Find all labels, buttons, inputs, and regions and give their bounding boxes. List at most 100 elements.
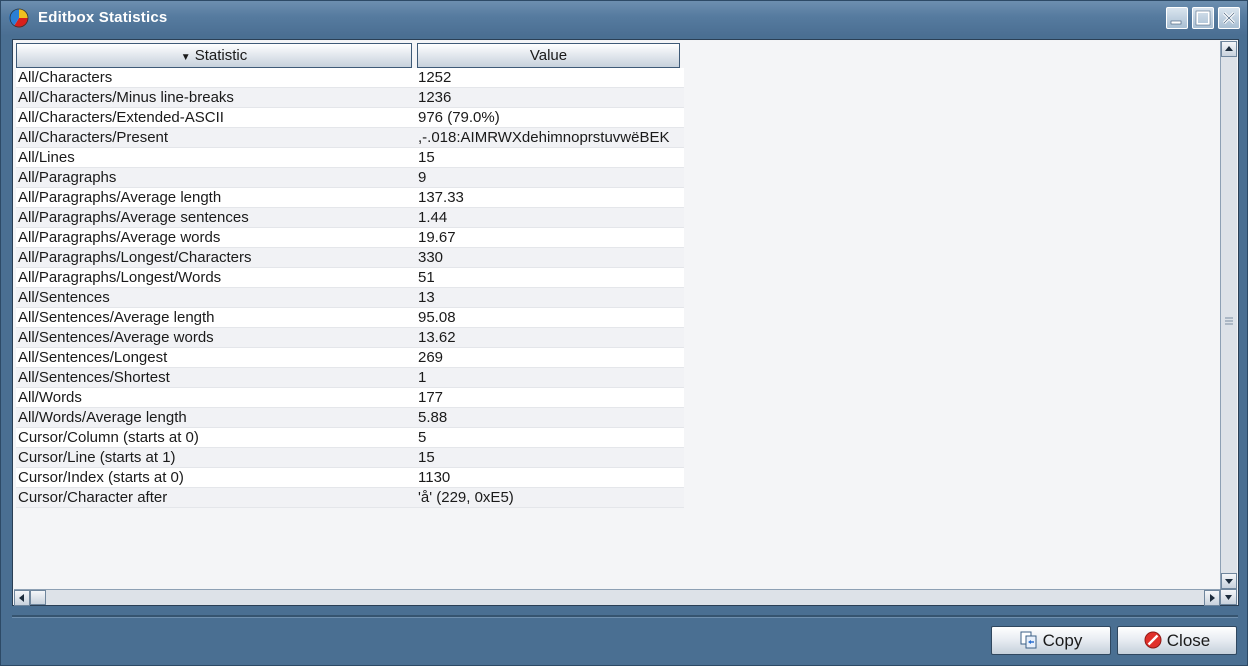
value-cell: 13.62 [418,329,456,346]
arrow-right-icon [1210,594,1215,602]
table-row[interactable]: All/Paragraphs/Average sentences 1.44 [16,208,684,228]
statistic-cell: All/Characters/Extended-ASCII [18,109,224,126]
value-cell: 5 [418,429,427,446]
table-row[interactable]: All/Lines 15 [16,148,684,168]
grid-header: ▼ Statistic Value [16,43,684,68]
statistic-cell: Cursor/Index (starts at 0) [18,469,184,486]
table-row[interactable]: All/Sentences 13 [16,288,684,308]
close-window-button[interactable] [1218,7,1240,29]
table-row[interactable]: All/Characters 1252 [16,68,684,88]
statistic-cell: All/Paragraphs/Longest/Characters [18,249,252,266]
table-row[interactable]: All/Paragraphs/Longest/Words 51 [16,268,684,288]
grid-rows: All/Characters 1252 All/Characters/Minus l… [16,68,684,508]
value-cell: 1130 [418,469,451,486]
column-header-label: Statistic [194,47,248,64]
pie-chart-icon [9,8,29,28]
scroll-right-button[interactable] [1204,590,1220,606]
scroll-up-button[interactable] [1221,41,1237,57]
statistic-cell: Cursor/Column (starts at 0) [18,429,199,446]
column-header-statistic[interactable]: ▼ Statistic [16,43,412,68]
table-row[interactable]: All/Paragraphs/Average words 19.67 [16,228,684,248]
sort-descending-icon: ▼ [180,52,191,63]
value-cell: 269 [418,349,444,366]
table-row[interactable]: All/Paragraphs/Longest/Characters 330 [16,248,684,268]
horizontal-scrollbar[interactable] [14,589,1220,606]
value-cell: 9 [418,169,427,186]
table-row[interactable]: Cursor/Column (starts at 0) 5 [16,428,684,448]
statistic-cell: All/Sentences/Average words [18,329,214,346]
statistic-cell: All/Words/Average length [18,409,187,426]
table-row[interactable]: All/Characters/Minus line-breaks 1236 [16,88,684,108]
statistic-cell: All/Sentences/Shortest [18,369,170,386]
minimize-icon [1170,20,1182,25]
value-cell: 15 [418,149,435,166]
stop-icon [1144,631,1162,649]
close-button[interactable]: Close [1117,626,1237,655]
statistic-cell: All/Paragraphs [18,169,117,186]
title-bar[interactable]: Editbox Statistics [1,1,1247,35]
table-row[interactable]: All/Words 177 [16,388,684,408]
statistic-cell: All/Characters [18,69,113,86]
scroll-grip-icon [1225,317,1233,325]
statistic-cell: All/Lines [18,149,75,166]
column-header-value[interactable]: Value [417,43,680,68]
statistic-cell: All/Sentences [18,289,110,306]
table-row[interactable]: Cursor/Character after 'å' (229, 0xE5) [16,488,684,508]
copy-icon [1020,631,1037,649]
table-row[interactable]: Cursor/Index (starts at 0) 1130 [16,468,684,488]
table-row[interactable]: All/Sentences/Average words 13.62 [16,328,684,348]
statistic-cell: All/Paragraphs/Average sentences [18,209,249,226]
value-cell: 'å' (229, 0xE5) [418,489,514,506]
arrow-down-icon [1225,595,1232,600]
statistic-cell: All/Paragraphs/Average words [18,229,221,246]
statistic-cell: All/Characters/Present [18,129,169,146]
statistic-cell: All/Words [18,389,82,406]
minimize-button[interactable] [1166,7,1188,29]
value-cell: 5.88 [418,409,448,426]
value-cell: 330 [418,249,444,266]
value-cell: 19.67 [418,229,456,246]
column-header-label: Value [529,47,568,64]
value-cell: 976 (79.0%) [418,109,500,126]
vertical-scrollbar[interactable] [1220,41,1237,589]
scroll-left-button[interactable] [14,590,30,606]
close-icon [1222,11,1236,25]
value-cell: 177 [418,389,444,406]
arrow-left-icon [19,594,24,602]
statistics-panel: ▼ Statistic Value All/Characters 1252 All/C… [12,39,1239,606]
value-cell: 1 [418,369,427,386]
maximize-button[interactable] [1192,7,1214,29]
statistic-cell: All/Paragraphs/Average length [18,189,222,206]
statistics-grid[interactable]: ▼ Statistic Value All/Characters 1252 All/C… [14,41,1220,589]
copy-button-label: Copy [1042,631,1083,650]
table-row[interactable]: All/Sentences/Longest 269 [16,348,684,368]
copy-button[interactable]: Copy [991,626,1111,655]
scroll-corner-down-button[interactable] [1220,589,1237,605]
statistic-cell: All/Characters/Minus line-breaks [18,89,234,106]
table-row[interactable]: Cursor/Line (starts at 1) 15 [16,448,684,468]
statistic-cell: Cursor/Character after [18,489,168,506]
statistic-cell: Cursor/Line (starts at 1) [18,449,176,466]
value-cell: 1.44 [418,209,448,226]
table-row[interactable]: All/Sentences/Average length 95.08 [16,308,684,328]
arrow-down-icon [1225,579,1233,584]
value-cell: ,-.018:AIMRWXdehimnoprstuvwëBEK [418,129,670,146]
value-cell: 95.08 [418,309,456,326]
value-cell: 1252 [418,69,452,86]
statistic-cell: All/Paragraphs/Longest/Words [18,269,222,286]
table-row[interactable]: All/Paragraphs 9 [16,168,684,188]
divider [12,615,1238,618]
table-row[interactable]: All/Words/Average length 5.88 [16,408,684,428]
table-row[interactable]: All/Paragraphs/Average length 137.33 [16,188,684,208]
value-cell: 15 [418,449,435,466]
arrow-up-icon [1225,46,1233,51]
value-cell: 137.33 [418,189,464,206]
scroll-down-button[interactable] [1221,573,1237,589]
value-cell: 13 [418,289,435,306]
maximize-icon [1195,10,1211,26]
table-row[interactable]: All/Characters/Extended-ASCII 976 (79.0%) [16,108,684,128]
table-row[interactable]: All/Characters/Present ,-.018:AIMRWXdehi… [16,128,684,148]
window-title: Editbox Statistics [38,9,168,26]
table-row[interactable]: All/Sentences/Shortest 1 [16,368,684,388]
horizontal-scroll-thumb[interactable] [30,590,46,605]
